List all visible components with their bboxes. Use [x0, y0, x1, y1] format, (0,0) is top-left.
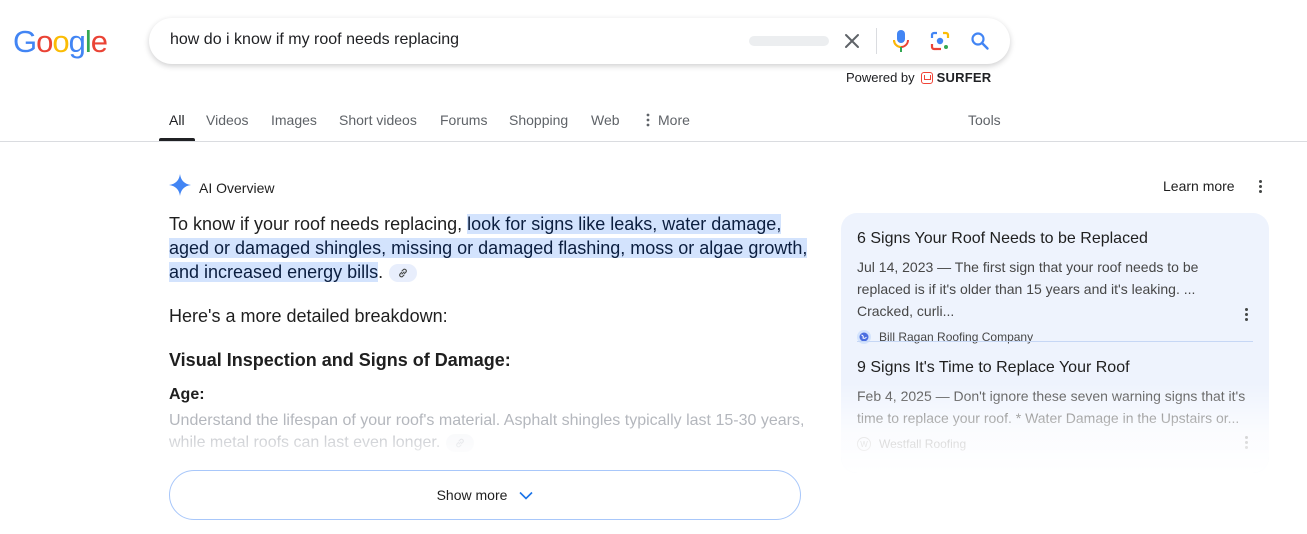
tab-images[interactable]: Images — [271, 112, 317, 128]
tab-more[interactable]: More — [646, 112, 690, 130]
sources-panel: 6 Signs Your Roof Needs to be Replaced J… — [841, 213, 1269, 473]
search-divider — [876, 28, 877, 54]
more-vert-icon — [646, 113, 650, 130]
search-input[interactable] — [170, 31, 730, 49]
breakdown-intro: Here's a more detailed breakdown: — [169, 306, 448, 326]
tab-shopping[interactable]: Shopping — [509, 112, 568, 128]
answer-period: . — [378, 262, 384, 282]
google-lens-icon[interactable] — [927, 28, 953, 54]
ai-overview-more-options-icon[interactable] — [1254, 179, 1266, 193]
sub-heading-age: Age: — [169, 386, 205, 403]
logo-letter: g — [68, 24, 86, 59]
show-more-label: Show more — [436, 487, 508, 503]
powered-by: Powered by SURFER — [846, 70, 991, 85]
loading-placeholder — [749, 36, 829, 46]
learn-more-link[interactable]: Learn more — [1163, 178, 1235, 194]
powered-by-label: Powered by — [846, 70, 915, 85]
sources-fade — [841, 383, 1269, 473]
tab-videos[interactable]: Videos — [206, 112, 249, 128]
source-divider — [857, 341, 1253, 342]
content-fade — [160, 425, 820, 465]
source-card[interactable]: 6 Signs Your Roof Needs to be Replaced J… — [857, 230, 1253, 344]
show-more-button[interactable]: Show more — [169, 470, 801, 520]
logo-letter: o — [36, 24, 53, 59]
source-snippet: Jul 14, 2023 — The first sign that your … — [857, 259, 1199, 319]
tab-short-videos[interactable]: Short videos — [339, 112, 417, 128]
section-heading: Visual Inspection and Signs of Damage: — [169, 350, 511, 370]
ai-overview-header: AI Overview — [169, 174, 274, 201]
clear-icon[interactable] — [839, 28, 865, 54]
search-icon[interactable] — [967, 28, 993, 54]
ai-overview-title: AI Overview — [199, 179, 275, 196]
google-logo[interactable]: Google — [13, 24, 108, 60]
active-tab-indicator — [159, 138, 195, 141]
tab-forums[interactable]: Forums — [440, 112, 487, 128]
search-tabs: All Videos Images Short videos Forums Sh… — [0, 100, 1307, 142]
chevron-down-icon — [519, 487, 533, 503]
microphone-icon[interactable] — [888, 28, 914, 54]
logo-letter: o — [52, 24, 69, 59]
tools-button[interactable]: Tools — [968, 112, 1001, 128]
source-title[interactable]: 9 Signs It's Time to Replace Your Roof — [857, 359, 1253, 377]
source-title[interactable]: 6 Signs Your Roof Needs to be Replaced — [857, 230, 1253, 248]
logo-letter: G — [13, 24, 37, 59]
ai-overview-answer: To know if your roof needs replacing, lo… — [169, 212, 809, 284]
tab-all[interactable]: All — [169, 112, 185, 128]
tab-more-label: More — [658, 112, 690, 128]
sparkle-icon — [169, 174, 191, 201]
source-more-options-icon[interactable] — [1240, 307, 1252, 321]
surfer-logo-icon — [920, 71, 933, 84]
surfer-brand: SURFER — [936, 70, 992, 85]
logo-letter: e — [90, 24, 108, 59]
tab-web[interactable]: Web — [591, 112, 620, 128]
answer-intro: To know if your roof needs replacing, — [169, 214, 468, 234]
search-box — [149, 18, 1010, 64]
citation-link-icon[interactable] — [389, 264, 418, 283]
